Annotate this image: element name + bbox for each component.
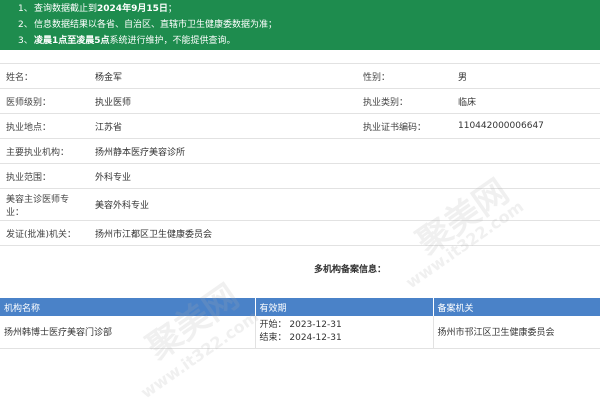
info-row: 姓名： 杨金军 性别： 男 bbox=[0, 63, 600, 89]
name-label: 姓名： bbox=[0, 63, 86, 89]
gender-value: 男 bbox=[450, 63, 600, 89]
notice-line-1: 1、查询数据截止到2024年9月15日； bbox=[18, 4, 177, 14]
validity-end: 结束： 2024-12-31 bbox=[259, 332, 342, 343]
table-row: 扬州韩博士医疗美容门诊部 开始： 2023-12-31 结束： 2024-12-… bbox=[0, 316, 600, 349]
notice-banner: 1、查询数据截止到2024年9月15日； 2、信息数据结果以各省、自治区、直辖市… bbox=[0, 0, 600, 50]
info-row: 执业地点： 江苏省 执业证书编码： 110442000006647 bbox=[0, 113, 600, 139]
info-row: 美容主诊医师专业： 美容外科专业 bbox=[0, 188, 600, 221]
scope-value: 外科专业 bbox=[86, 163, 600, 189]
col-validity: 有效期 bbox=[255, 298, 434, 316]
cosmetic-label: 美容主诊医师专业： bbox=[0, 188, 86, 221]
multi-org-table: 机构名称 有效期 备案机关 扬州韩博士医疗美容门诊部 开始： 2023-12-3… bbox=[0, 298, 600, 349]
gender-label: 性别： bbox=[357, 63, 450, 89]
row-authority: 扬州市邗江区卫生健康委员会 bbox=[433, 316, 600, 349]
name-value: 杨金军 bbox=[86, 63, 357, 89]
info-row: 主要执业机构： 扬州静本医疗美容诊所 bbox=[0, 138, 600, 164]
org-value: 扬州静本医疗美容诊所 bbox=[86, 138, 600, 164]
location-label: 执业地点： bbox=[0, 113, 86, 139]
doctor-info-table: 姓名： 杨金军 性别： 男 医师级别： 执业医师 执业类别： 临床 执业地点： … bbox=[0, 63, 600, 246]
info-row: 医师级别： 执业医师 执业类别： 临床 bbox=[0, 88, 600, 114]
org-label: 主要执业机构： bbox=[0, 138, 86, 164]
issuer-label: 发证(批准)机关： bbox=[0, 220, 86, 246]
category-label: 执业类别： bbox=[357, 88, 450, 114]
row-validity: 开始： 2023-12-31 结束： 2024-12-31 bbox=[255, 316, 434, 349]
cert-label: 执业证书编码： bbox=[357, 113, 450, 139]
info-row: 发证(批准)机关： 扬州市江都区卫生健康委员会 bbox=[0, 220, 600, 246]
notice-line-3: 3、凌晨1点至凌晨5点系统进行维护，不能提供查询。 bbox=[18, 36, 236, 46]
cert-value: 110442000006647 bbox=[450, 113, 600, 139]
notice-line-2: 2、信息数据结果以各省、自治区、直辖市卫生健康委数据为准； bbox=[18, 20, 278, 30]
col-authority: 备案机关 bbox=[433, 298, 600, 316]
row-org-name: 扬州韩博士医疗美容门诊部 bbox=[0, 316, 256, 349]
cosmetic-value: 美容外科专业 bbox=[86, 188, 600, 221]
issuer-value: 扬州市江都区卫生健康委员会 bbox=[86, 220, 600, 246]
validity-start: 开始： 2023-12-31 bbox=[259, 319, 342, 330]
table-header: 机构名称 有效期 备案机关 bbox=[0, 298, 600, 316]
col-org-name: 机构名称 bbox=[0, 298, 256, 316]
level-value: 执业医师 bbox=[86, 88, 357, 114]
scope-label: 执业范围： bbox=[0, 163, 86, 189]
level-label: 医师级别： bbox=[0, 88, 86, 114]
location-value: 江苏省 bbox=[86, 113, 357, 139]
multi-org-title: 多机构备案信息： bbox=[313, 265, 386, 275]
info-row: 执业范围： 外科专业 bbox=[0, 163, 600, 189]
category-value: 临床 bbox=[450, 88, 600, 114]
